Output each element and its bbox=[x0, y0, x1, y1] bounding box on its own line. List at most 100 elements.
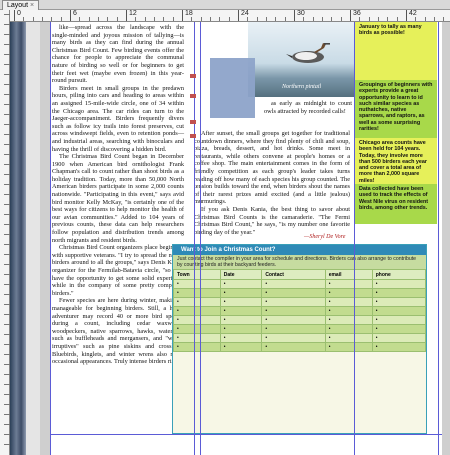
table-cell[interactable]: • bbox=[261, 315, 326, 325]
background-photo-strip bbox=[10, 22, 26, 455]
table-cell[interactable]: • bbox=[261, 342, 326, 352]
table-cell[interactable]: • bbox=[173, 333, 221, 343]
table-cell[interactable]: • bbox=[371, 315, 427, 325]
pasteboard[interactable]: like—spread across the landscape with th… bbox=[10, 22, 450, 455]
table-row[interactable]: • • • • • bbox=[173, 342, 427, 352]
table-row[interactable]: • • • • • bbox=[173, 279, 427, 289]
table-cell[interactable]: • bbox=[371, 306, 427, 316]
table-cell[interactable]: • bbox=[261, 324, 326, 334]
ruler-minor-tick bbox=[275, 17, 277, 21]
table-cell[interactable]: • bbox=[173, 288, 221, 298]
table-cell[interactable]: • bbox=[324, 333, 373, 343]
column-guide[interactable] bbox=[194, 22, 195, 455]
tab-layout[interactable]: Layout × bbox=[2, 0, 40, 10]
ruler-tick: 0 bbox=[14, 10, 21, 21]
table-cell[interactable]: • bbox=[219, 315, 263, 325]
table-cell[interactable]: • bbox=[219, 333, 263, 343]
sidebar-fact-text: January to tally as many birds as possib… bbox=[359, 24, 422, 37]
table-cell[interactable]: • bbox=[261, 288, 326, 298]
ruler-minor-tick bbox=[396, 17, 398, 21]
table-cell[interactable]: • bbox=[371, 342, 427, 352]
table-cell[interactable]: • bbox=[173, 279, 221, 289]
margin-guide[interactable] bbox=[50, 22, 51, 455]
document-page[interactable]: like—spread across the landscape with th… bbox=[10, 22, 442, 455]
table-cell[interactable]: • bbox=[173, 315, 221, 325]
table-cell[interactable]: • bbox=[324, 315, 373, 325]
overset-marker[interactable] bbox=[190, 94, 196, 98]
paragraph: as early as midnight to count owls attra… bbox=[264, 100, 352, 115]
table-cell[interactable]: • bbox=[324, 288, 373, 298]
ruler-tick-label: 0 bbox=[17, 10, 21, 17]
table-cell[interactable]: • bbox=[371, 333, 427, 343]
ruler-minor-tick bbox=[32, 17, 34, 21]
ruler-minor-tick bbox=[23, 17, 25, 21]
column-guide[interactable] bbox=[354, 22, 355, 455]
column-guide[interactable] bbox=[200, 22, 201, 455]
text-column-2[interactable]: After sunset, the small groups get toget… bbox=[194, 130, 350, 236]
table-cell[interactable]: • bbox=[173, 324, 221, 334]
paragraph: like—spread across the landscape with th… bbox=[52, 24, 184, 85]
table-cell[interactable]: • bbox=[261, 333, 326, 343]
ruler-minor-tick bbox=[219, 17, 221, 21]
table-cell[interactable]: • bbox=[371, 288, 427, 298]
table-cell[interactable]: • bbox=[371, 324, 427, 334]
bottom-margin-guide[interactable] bbox=[50, 434, 442, 435]
text-column-1[interactable]: like—spread across the landscape with th… bbox=[52, 24, 184, 366]
table-row[interactable]: • • • • • bbox=[173, 288, 427, 298]
tab-close-icon[interactable]: × bbox=[30, 2, 34, 9]
ruler-minor-tick bbox=[331, 17, 333, 21]
table-cell[interactable]: • bbox=[324, 279, 373, 289]
ruler-minor-tick bbox=[387, 17, 389, 21]
table-cell[interactable]: • bbox=[371, 279, 427, 289]
table-cell[interactable]: • bbox=[324, 342, 373, 352]
table-cell[interactable]: • bbox=[324, 297, 373, 307]
ruler-minor-tick bbox=[200, 17, 202, 21]
table-cell[interactable]: • bbox=[219, 297, 263, 307]
table-header-row: Town Date Contact email phone bbox=[173, 269, 427, 280]
sidebar-facts[interactable]: January to tally as many birds as possib… bbox=[355, 22, 437, 232]
vertical-ruler[interactable] bbox=[0, 10, 10, 455]
table-cell[interactable]: • bbox=[324, 324, 373, 334]
sidebar-fact-1: January to tally as many birds as possib… bbox=[355, 22, 437, 80]
table-cell[interactable]: • bbox=[261, 297, 326, 307]
table-cell[interactable]: • bbox=[261, 279, 326, 289]
ruler-tick-label: 36 bbox=[353, 10, 361, 17]
table-row[interactable]: • • • • • bbox=[173, 324, 427, 334]
ruler-minor-tick bbox=[228, 17, 230, 21]
sidebar-fact-3: Chicago area counts have been held for 1… bbox=[355, 138, 437, 184]
table-cell[interactable]: • bbox=[261, 306, 326, 316]
ruler-tick: 42 bbox=[406, 10, 417, 21]
table-cell[interactable]: • bbox=[173, 306, 221, 316]
overset-marker[interactable] bbox=[190, 120, 196, 124]
ruler-minor-tick bbox=[368, 17, 370, 21]
table-cell[interactable]: • bbox=[173, 297, 221, 307]
overset-marker[interactable] bbox=[190, 74, 196, 78]
table-cell[interactable]: • bbox=[219, 342, 263, 352]
table-row[interactable]: • • • • • bbox=[173, 315, 427, 325]
table-cell[interactable]: • bbox=[219, 288, 263, 298]
table-cell[interactable]: • bbox=[219, 279, 263, 289]
table-cell[interactable]: • bbox=[219, 324, 263, 334]
table-cell[interactable]: • bbox=[324, 306, 373, 316]
christmas-count-table[interactable]: Want to Join a Christmas Count? Just con… bbox=[172, 244, 427, 434]
table-row[interactable]: • • • • • bbox=[173, 306, 427, 316]
ruler-tick-label: 12 bbox=[129, 10, 137, 17]
text-column-2-top[interactable]: as early as midnight to count owls attra… bbox=[264, 100, 352, 115]
horizontal-ruler[interactable]: 0 6 12 18 24 30 36 42 bbox=[10, 10, 450, 22]
table-row[interactable]: • • • • • bbox=[173, 333, 427, 343]
column-guide[interactable] bbox=[438, 22, 439, 455]
ruler-minor-tick bbox=[88, 17, 90, 21]
table-row[interactable]: • • • • • bbox=[173, 297, 427, 307]
ruler-minor-tick bbox=[247, 17, 249, 21]
contact-table[interactable]: Town Date Contact email phone • • • • • • • • • • • • • •… bbox=[173, 269, 427, 352]
ruler-minor-tick bbox=[4, 14, 10, 15]
overset-marker[interactable] bbox=[190, 134, 196, 138]
left-margin-area bbox=[26, 22, 40, 455]
table-cell[interactable]: • bbox=[173, 342, 221, 352]
table-cell[interactable]: • bbox=[219, 306, 263, 316]
ruler-minor-tick bbox=[191, 17, 193, 21]
duck-photo[interactable]: Northern pintail bbox=[248, 22, 354, 97]
ruler-tick: 30 bbox=[294, 10, 305, 21]
table-cell[interactable]: • bbox=[371, 297, 427, 307]
paragraph: If you ask Denis Kania, the best thing t… bbox=[194, 205, 350, 236]
